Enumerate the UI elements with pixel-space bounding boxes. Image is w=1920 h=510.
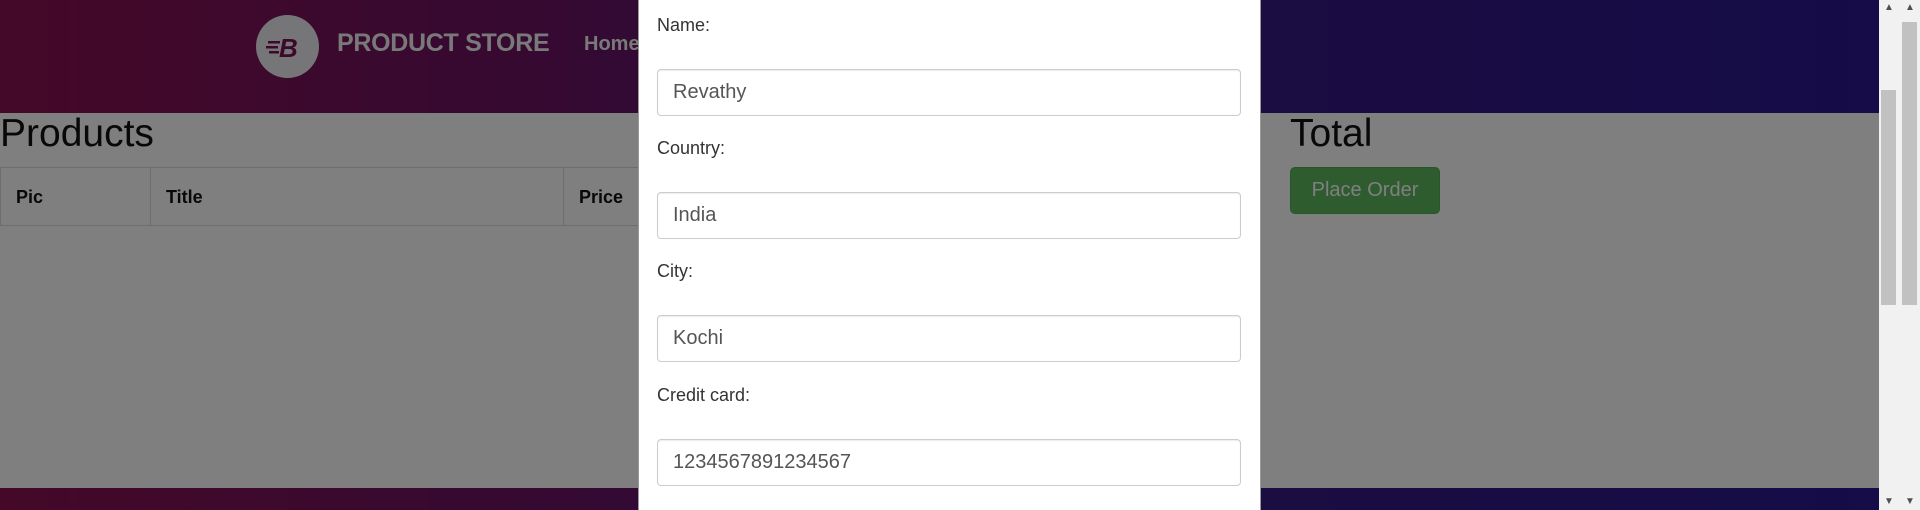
credit-card-input[interactable]: [657, 439, 1241, 486]
country-label: Country:: [657, 138, 726, 158]
name-input[interactable]: [657, 69, 1241, 116]
country-input[interactable]: [657, 192, 1241, 239]
city-label: City:: [657, 261, 693, 281]
scroll-up-icon[interactable]: ▲: [1879, 0, 1899, 16]
place-order-modal: Name: Country: City: Credit card:: [638, 0, 1261, 510]
credit-card-label: Credit card:: [657, 385, 751, 405]
scrollbar[interactable]: ▲ ▲ ▼ ▼: [1879, 0, 1920, 510]
city-input[interactable]: [657, 315, 1241, 362]
name-label: Name:: [657, 15, 711, 35]
scroll-down-icon[interactable]: ▼: [1879, 494, 1899, 510]
scrollbar-thumb[interactable]: [1881, 90, 1896, 305]
scrollbar-thumb-secondary[interactable]: [1902, 22, 1917, 305]
scroll-down-icon-secondary[interactable]: ▼: [1900, 494, 1920, 510]
scroll-up-icon-secondary[interactable]: ▲: [1900, 0, 1920, 16]
